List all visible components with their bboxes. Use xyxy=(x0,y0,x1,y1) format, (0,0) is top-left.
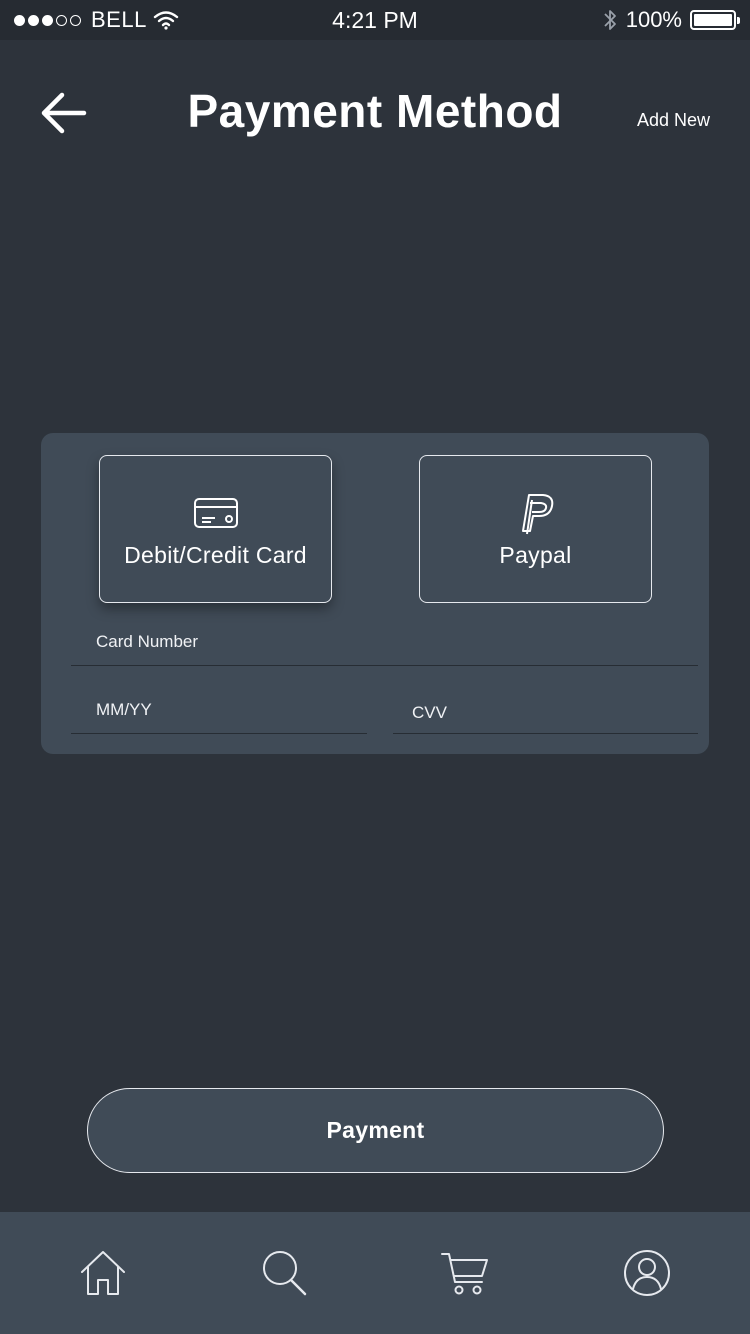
method-label: Paypal xyxy=(499,541,572,568)
status-right: 100% xyxy=(602,0,740,40)
credit-card-icon xyxy=(193,490,239,536)
add-new-button[interactable]: Add New xyxy=(637,110,710,131)
nav-search[interactable] xyxy=(260,1248,310,1298)
nav-profile[interactable] xyxy=(622,1248,672,1298)
card-number-label: Card Number xyxy=(96,632,199,651)
bluetooth-icon xyxy=(604,10,616,30)
method-paypal[interactable]: Paypal xyxy=(419,455,652,603)
payment-button[interactable]: Payment xyxy=(87,1088,664,1173)
method-label: Debit/Credit Card xyxy=(124,541,307,568)
cvv-field[interactable]: CVV xyxy=(393,690,698,734)
status-bar: BELL 4:21 PM 100% xyxy=(0,0,750,40)
battery-icon xyxy=(690,10,740,30)
home-icon xyxy=(81,1251,125,1295)
profile-icon xyxy=(624,1250,670,1296)
card-number-field[interactable]: Card Number xyxy=(71,622,698,666)
expiry-field[interactable]: MM/YY xyxy=(71,690,367,734)
bottom-nav xyxy=(0,1212,750,1334)
payment-panel: Debit/Credit Card Paypal Card Number MM/… xyxy=(41,433,709,754)
cart-icon xyxy=(441,1253,488,1295)
battery-percent: 100% xyxy=(625,7,682,32)
search-icon xyxy=(263,1251,307,1296)
method-debit-credit-card[interactable]: Debit/Credit Card xyxy=(99,455,332,603)
nav-cart[interactable] xyxy=(440,1248,490,1298)
expiry-label: MM/YY xyxy=(96,700,152,719)
paypal-icon xyxy=(513,490,559,536)
cvv-label: CVV xyxy=(412,703,447,722)
nav-home[interactable] xyxy=(78,1248,128,1298)
